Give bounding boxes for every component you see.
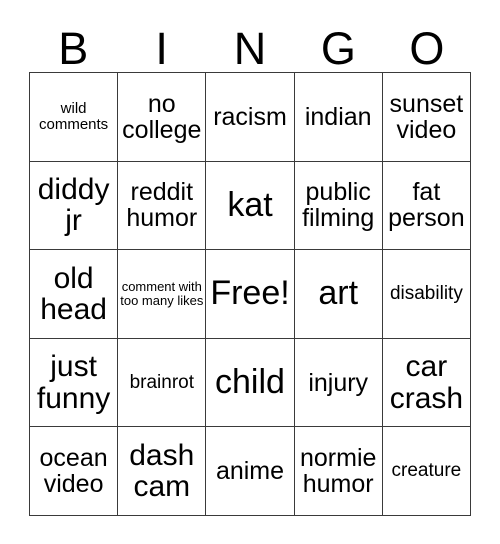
bingo-cell[interactable]: racism xyxy=(206,73,295,162)
bingo-cell[interactable]: normie humor xyxy=(294,427,383,516)
bingo-grid: wild comments no college racism indian s… xyxy=(29,72,471,516)
bingo-cell-label: reddit humor xyxy=(126,178,198,233)
bingo-cell-label: comment with too many likes xyxy=(120,279,204,308)
bingo-cell-label: car crash xyxy=(389,350,464,415)
bingo-cell[interactable]: brainrot xyxy=(118,338,207,428)
bingo-cell-label: creature xyxy=(391,460,462,482)
bingo-card: B I N G O wild comments no college racis… xyxy=(0,0,500,544)
bingo-cell[interactable]: indian xyxy=(294,73,383,162)
bingo-cell[interactable]: kat xyxy=(206,161,295,251)
bingo-header: B I N G O xyxy=(29,18,471,72)
bingo-cell-label: fat person xyxy=(388,178,465,233)
bingo-cell-label: diddy jr xyxy=(37,173,110,238)
bingo-cell-label: just funny xyxy=(36,350,111,415)
bingo-cell-label: brainrot xyxy=(129,371,194,393)
bingo-cell[interactable]: child xyxy=(206,338,295,428)
bingo-cell[interactable]: fat person xyxy=(382,161,471,251)
bingo-cell-label: Free! xyxy=(210,274,290,313)
bingo-cell-label: child xyxy=(215,362,285,401)
bingo-header-letter-i: I xyxy=(155,23,168,74)
bingo-cell[interactable]: no college xyxy=(118,73,207,162)
bingo-cell-label: no college xyxy=(122,89,202,144)
bingo-cell[interactable]: diddy jr xyxy=(30,161,119,251)
bingo-cell-label: kat xyxy=(227,185,273,224)
bingo-cell-label: indian xyxy=(304,102,372,131)
bingo-cell-label: normie humor xyxy=(299,444,377,499)
bingo-cell[interactable]: art xyxy=(294,250,383,339)
bingo-cell[interactable]: injury xyxy=(294,338,383,428)
bingo-cell-label: anime xyxy=(215,457,285,486)
bingo-cell[interactable]: wild comments xyxy=(30,73,119,162)
bingo-cell-label: sunset video xyxy=(389,89,464,144)
bingo-cell-label: dash cam xyxy=(129,439,195,504)
bingo-header-letter-n: N xyxy=(233,23,267,74)
bingo-cell[interactable]: car crash xyxy=(382,338,471,428)
bingo-header-letter-g: G xyxy=(320,23,356,74)
bingo-cell-label: public filming xyxy=(302,178,375,233)
bingo-cell[interactable]: dash cam xyxy=(118,427,207,516)
bingo-cell[interactable]: ocean video xyxy=(30,427,119,516)
bingo-cell[interactable]: sunset video xyxy=(382,73,471,162)
bingo-cell-label: art xyxy=(318,274,359,313)
bingo-header-letter-o: O xyxy=(409,23,445,74)
bingo-cell[interactable]: reddit humor xyxy=(118,161,207,251)
bingo-cell[interactable]: disability xyxy=(382,250,471,339)
bingo-cell[interactable]: just funny xyxy=(30,338,119,428)
bingo-cell-label: racism xyxy=(213,102,287,131)
bingo-cell-label: old head xyxy=(40,261,107,326)
bingo-cell[interactable]: comment with too many likes xyxy=(118,250,207,339)
bingo-cell-label: ocean video xyxy=(39,444,108,499)
bingo-cell-label: disability xyxy=(389,283,463,305)
bingo-cell[interactable]: public filming xyxy=(294,161,383,251)
bingo-header-letter-b: B xyxy=(58,23,89,74)
bingo-cell-label: injury xyxy=(308,368,369,397)
bingo-cell-label: wild comments xyxy=(39,100,109,133)
bingo-cell[interactable]: old head xyxy=(30,250,119,339)
bingo-free-cell[interactable]: Free! xyxy=(206,250,295,339)
bingo-cell[interactable]: anime xyxy=(206,427,295,516)
bingo-cell[interactable]: creature xyxy=(382,427,471,516)
